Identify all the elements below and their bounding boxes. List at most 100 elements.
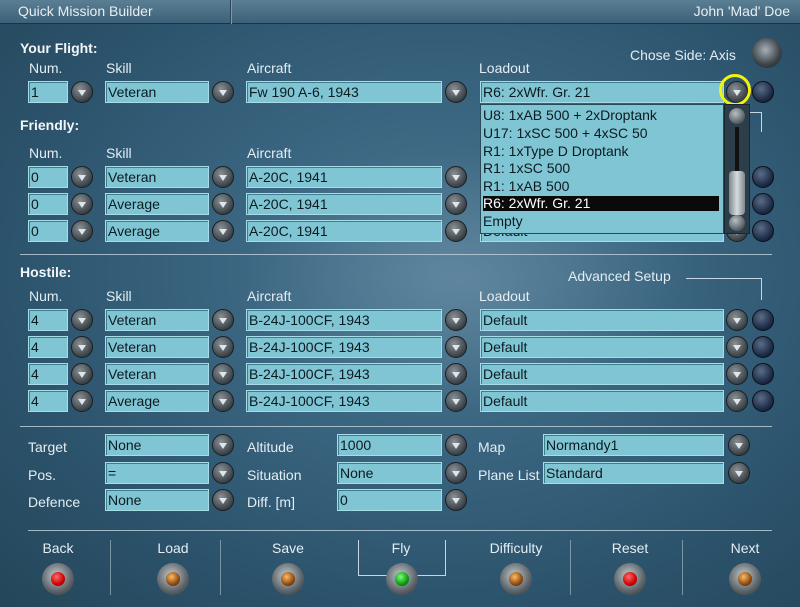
- loadout-option[interactable]: Empty: [483, 214, 719, 229]
- loadout-dropdown-list[interactable]: U8: 1xAB 500 + 2xDroptank U17: 1xSC 500 …: [480, 104, 724, 234]
- your-aircraft-field[interactable]: Fw 190 A-6, 1943: [246, 81, 442, 103]
- diff-dropdown-icon[interactable]: [445, 489, 467, 511]
- friendly-skill-field[interactable]: Average: [105, 193, 209, 215]
- friendly-skill-field[interactable]: Average: [105, 220, 209, 242]
- friendly-skill-dropdown-icon[interactable]: [212, 166, 234, 188]
- side-toggle-switch[interactable]: [752, 38, 782, 68]
- altitude-field[interactable]: 1000: [337, 434, 442, 456]
- friendly-num-dropdown-icon[interactable]: [71, 220, 93, 242]
- altitude-dropdown-icon[interactable]: [445, 434, 467, 456]
- loadout-option[interactable]: U17: 1xSC 500 + 4xSC 50: [483, 126, 719, 141]
- your-num-dropdown-icon[interactable]: [71, 81, 93, 103]
- loadout-option[interactable]: U8: 1xAB 500 + 2xDroptank: [483, 108, 719, 123]
- your-loadout-field[interactable]: R6: 2xWfr. Gr. 21: [480, 81, 724, 103]
- map-field[interactable]: Normandy1: [543, 434, 724, 456]
- friendly-aircraft-dropdown-icon[interactable]: [445, 166, 467, 188]
- hostile-aircraft-field[interactable]: B-24J-100CF, 1943: [246, 390, 442, 412]
- your-skill-dropdown-icon[interactable]: [212, 81, 234, 103]
- hostile-num-dropdown-icon[interactable]: [71, 363, 93, 385]
- hostile-skill-dropdown-icon[interactable]: [212, 336, 234, 358]
- situation-dropdown-icon[interactable]: [445, 462, 467, 484]
- hostile-aircraft-field[interactable]: B-24J-100CF, 1943: [246, 309, 442, 331]
- hostile-skill-field[interactable]: Veteran: [105, 336, 209, 358]
- friendly-aircraft-field[interactable]: A-20C, 1941: [246, 166, 442, 188]
- your-aircraft-dropdown-icon[interactable]: [445, 81, 467, 103]
- friendly-advanced-knob[interactable]: [752, 193, 774, 215]
- hostile-loadout-field[interactable]: Default: [480, 336, 724, 358]
- hostile-advanced-knob[interactable]: [752, 336, 774, 358]
- friendly-skill-dropdown-icon[interactable]: [212, 193, 234, 215]
- scroll-thumb[interactable]: [729, 171, 745, 215]
- hostile-advanced-knob[interactable]: [752, 309, 774, 331]
- scroll-up-icon[interactable]: [729, 108, 745, 124]
- hostile-aircraft-dropdown-icon[interactable]: [445, 309, 467, 331]
- hostile-loadout-field[interactable]: Default: [480, 363, 724, 385]
- hostile-advanced-knob[interactable]: [752, 363, 774, 385]
- friendly-aircraft-dropdown-icon[interactable]: [445, 193, 467, 215]
- loadout-option-selected[interactable]: R6: 2xWfr. Gr. 21: [483, 196, 719, 211]
- diff-field[interactable]: 0: [337, 489, 442, 511]
- hostile-skill-field[interactable]: Veteran: [105, 363, 209, 385]
- hostile-aircraft-dropdown-icon[interactable]: [445, 390, 467, 412]
- hostile-num-field[interactable]: 4: [28, 336, 68, 358]
- hostile-skill-dropdown-icon[interactable]: [212, 390, 234, 412]
- friendly-aircraft-field[interactable]: A-20C, 1941: [246, 193, 442, 215]
- hostile-aircraft-field[interactable]: B-24J-100CF, 1943: [246, 336, 442, 358]
- loadout-option[interactable]: R1: 1xType D Droptank: [483, 144, 719, 159]
- hostile-loadout-field[interactable]: Default: [480, 390, 724, 412]
- target-dropdown-icon[interactable]: [212, 434, 234, 456]
- hostile-num-dropdown-icon[interactable]: [71, 309, 93, 331]
- planelist-dropdown-icon[interactable]: [728, 462, 750, 484]
- hostile-advanced-knob[interactable]: [752, 390, 774, 412]
- hostile-aircraft-field[interactable]: B-24J-100CF, 1943: [246, 363, 442, 385]
- hostile-num-field[interactable]: 4: [28, 363, 68, 385]
- friendly-advanced-knob[interactable]: [752, 166, 774, 188]
- hostile-loadout-dropdown-icon[interactable]: [726, 363, 748, 385]
- your-num-field[interactable]: 1: [28, 81, 68, 103]
- friendly-num-field[interactable]: 0: [28, 166, 68, 188]
- hostile-skill-dropdown-icon[interactable]: [212, 309, 234, 331]
- friendly-skill-dropdown-icon[interactable]: [212, 220, 234, 242]
- defence-dropdown-icon[interactable]: [212, 489, 234, 511]
- load-button[interactable]: [157, 563, 189, 595]
- target-field[interactable]: None: [105, 434, 209, 456]
- hostile-num-field[interactable]: 4: [28, 390, 68, 412]
- your-skill-field[interactable]: Veteran: [105, 81, 209, 103]
- loadout-option[interactable]: R1: 1xAB 500: [483, 179, 719, 194]
- difficulty-button[interactable]: [500, 563, 532, 595]
- friendly-aircraft-dropdown-icon[interactable]: [445, 220, 467, 242]
- friendly-aircraft-field[interactable]: A-20C, 1941: [246, 220, 442, 242]
- friendly-num-field[interactable]: 0: [28, 193, 68, 215]
- hostile-loadout-field[interactable]: Default: [480, 309, 724, 331]
- hostile-num-dropdown-icon[interactable]: [71, 390, 93, 412]
- friendly-advanced-knob[interactable]: [752, 220, 774, 242]
- fly-button[interactable]: [386, 563, 418, 595]
- hostile-loadout-dropdown-icon[interactable]: [726, 390, 748, 412]
- defence-field[interactable]: None: [105, 489, 209, 511]
- hostile-aircraft-dropdown-icon[interactable]: [445, 336, 467, 358]
- hostile-skill-field[interactable]: Veteran: [105, 309, 209, 331]
- save-button[interactable]: [272, 563, 304, 595]
- loadout-option[interactable]: R1: 1xSC 500: [483, 161, 719, 176]
- loadout-scrollbar[interactable]: [724, 104, 750, 234]
- friendly-num-dropdown-icon[interactable]: [71, 193, 93, 215]
- scroll-down-icon[interactable]: [729, 215, 745, 231]
- back-button[interactable]: [42, 563, 74, 595]
- friendly-num-dropdown-icon[interactable]: [71, 166, 93, 188]
- hostile-skill-field[interactable]: Average: [105, 390, 209, 412]
- hostile-loadout-dropdown-icon[interactable]: [726, 309, 748, 331]
- next-button[interactable]: [729, 563, 761, 595]
- planelist-field[interactable]: Standard: [543, 462, 724, 484]
- hostile-num-dropdown-icon[interactable]: [71, 336, 93, 358]
- pos-field[interactable]: =: [105, 462, 209, 484]
- situation-field[interactable]: None: [337, 462, 442, 484]
- pos-dropdown-icon[interactable]: [212, 462, 234, 484]
- hostile-aircraft-dropdown-icon[interactable]: [445, 363, 467, 385]
- hostile-loadout-dropdown-icon[interactable]: [726, 336, 748, 358]
- your-advanced-knob[interactable]: [752, 81, 774, 103]
- friendly-num-field[interactable]: 0: [28, 220, 68, 242]
- friendly-skill-field[interactable]: Veteran: [105, 166, 209, 188]
- reset-button[interactable]: [614, 563, 646, 595]
- hostile-skill-dropdown-icon[interactable]: [212, 363, 234, 385]
- map-dropdown-icon[interactable]: [728, 434, 750, 456]
